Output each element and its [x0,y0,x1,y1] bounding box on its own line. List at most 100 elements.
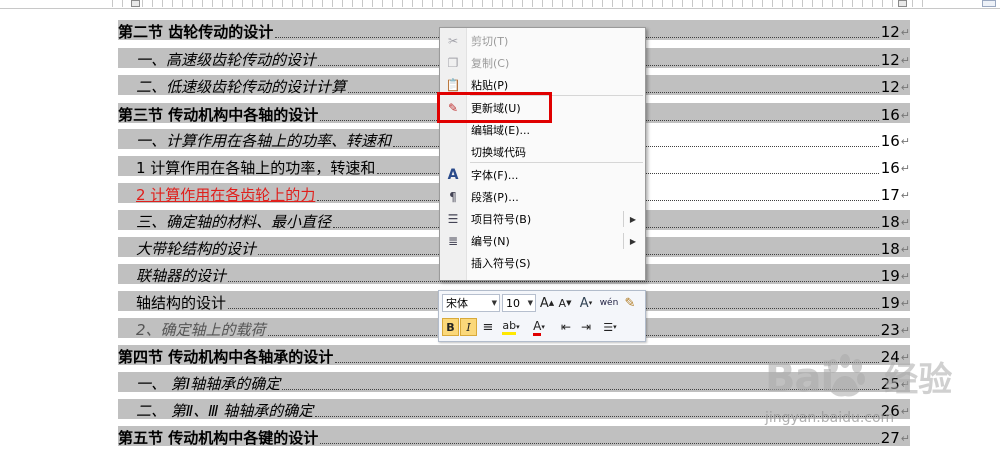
paragraph-mark: ↵ [900,189,910,202]
paragraph-mark: ↵ [900,135,910,148]
paragraph-mark: ↵ [900,297,910,310]
menu-item[interactable]: ¶ 段落(P)... [441,186,644,208]
font-name-value: 宋体 [446,297,468,310]
menu-item-label: 编号(N) [471,235,510,248]
toc-page-number: 16 [880,106,900,124]
format-painter-icon[interactable]: ✎ [621,294,639,312]
bold-button[interactable]: B [442,318,459,336]
decrease-indent-icon[interactable]: ⇤ [557,318,575,336]
toc-entry-text: 一、 第Ⅰ轴轴承的确定 [136,375,281,393]
font-size-value: 10 [506,296,520,310]
submenu-divider [623,211,624,227]
toc-entry-text: 2 计算作用在各齿轮上的力 [136,186,316,204]
italic-button[interactable]: I [460,318,477,336]
toc-page-number: 16 [880,159,900,177]
toc-page-number: 12 [880,23,900,41]
paragraph-icon: ¶ [449,190,457,204]
toc-entry-text: 大带轮结构的设计 [136,240,257,258]
watermark-url: jingyan.baidu.com [765,410,895,426]
highlighter-icon: ab [502,319,517,335]
menu-item-label: 剪切(T) [471,35,509,48]
toc-page-number: 16 [880,132,900,150]
copy-icon: ❐ [447,56,459,70]
paragraph-mark: ↵ [900,243,910,256]
font-size-combo[interactable]: 10 ▼ [502,294,536,312]
toc-entry-text: 一、高速级齿轮传动的设计 [136,51,317,69]
scissors-icon: ✂ [447,34,459,48]
paw-icon [828,354,865,397]
toc-page-number: 19 [880,294,900,312]
toc-entry-text: 第二节 齿轮传动的设计 [118,23,274,41]
chevron-down-icon: ▼ [491,299,497,307]
ruler-scale [112,0,930,7]
paragraph-mark: ↵ [900,162,910,175]
menu-item-label: 插入符号(S) [471,257,531,270]
view-ruler-button[interactable] [982,0,996,7]
menu-item[interactable]: A 字体(F)... [441,164,644,186]
chevron-right-icon: ▶ [629,214,636,224]
toc-line[interactable]: 第五节 传动机构中各键的设计 27 ↵ [118,426,910,448]
toc-entry-text: 第五节 传动机构中各键的设计 [118,429,319,447]
watermark-logo-text: 经验 [884,360,953,400]
toc-entry-text: 第三节 传动机构中各轴的设计 [118,106,319,124]
toc-page-number: 12 [880,78,900,96]
bullets-list-icon[interactable]: ☰ ▾ [599,318,621,336]
submenu-divider [623,233,624,249]
toc-entry-text: 二、 第Ⅱ、Ⅲ 轴轴承的确定 [136,402,314,420]
toc-page-number: 23 [880,321,900,339]
toc-page-number: 27 [880,429,900,447]
paragraph-mark: ↵ [900,54,910,67]
styles-button[interactable]: A ▾ [576,294,596,312]
toc-entry-text: 2、确定轴上的载荷 [136,321,266,339]
paragraph-mark: ↵ [900,81,910,94]
paragraph-mark: ↵ [900,324,910,337]
menu-item[interactable]: ≣ 编号(N) ▶ [441,230,644,252]
menu-item-label: 复制(C) [471,57,510,70]
shrink-font-button[interactable]: A ▼ [557,294,573,312]
menu-item-label: 段落(P)... [471,191,519,204]
toc-page-number: 19 [880,267,900,285]
align-center-icon[interactable]: ≡ [479,318,497,336]
phonetic-guide-icon[interactable]: wén [599,294,619,312]
paragraph-mark: ↵ [900,216,910,229]
paragraph-mark: ↵ [900,432,910,445]
paragraph-mark: ↵ [900,26,910,39]
paragraph-mark: ↵ [900,405,910,418]
baidu-watermark: Bai 经验 jingyan.baidu.com [765,352,953,426]
menu-item[interactable]: 插入符号(S) [441,252,644,274]
toc-entry-text: 联轴器的设计 [136,267,227,285]
toc-entry-text: 轴结构的设计 [136,294,227,312]
ruler-indent-marker[interactable] [131,0,140,7]
toc-entry-text: 第四节 传动机构中各轴承的设计 [118,348,334,366]
toc-entry-text: 一、计算作用在各轴上的功率、转速和 [136,132,392,150]
menu-item-label: 字体(F)... [471,169,519,182]
increase-indent-icon[interactable]: ⇥ [577,318,595,336]
chevron-down-icon: ▼ [527,299,533,307]
toc-page-number: 12 [880,51,900,69]
highlight-color-button[interactable]: ab ▾ [499,318,523,336]
menu-item[interactable]: 切换域代码 [441,141,644,163]
menu-item-label: 项目符号(B) [471,213,532,226]
mini-toolbar[interactable]: 宋体 ▼ 10 ▼ A ▲ A ▼ A ▾ wén ✎ B I ≡ ab ▾ A ▾ ⇤ … [438,290,646,342]
font-name-combo[interactable]: 宋体 ▼ [442,294,500,312]
toc-page-number: 18 [880,240,900,258]
chevron-right-icon: ▶ [629,236,636,246]
menu-item[interactable]: ❐ 复制(C) [441,52,644,74]
font-color-button[interactable]: A ▾ [527,318,551,336]
paragraph-mark: ↵ [900,270,910,283]
menu-item[interactable]: ✂ 剪切(T) [441,30,644,52]
menu-separator [470,162,643,163]
menu-item-label: 编辑域(E)... [471,124,531,137]
menu-item-label: 粘贴(P) [471,79,509,92]
ruler-right-indent-marker[interactable] [898,0,907,7]
toc-entry-text: 1 计算作用在各轴上的功率，转速和 [136,159,376,177]
grow-font-button[interactable]: A ▲ [539,294,555,312]
toc-page-number: 18 [880,213,900,231]
context-menu[interactable]: ✂ 剪切(T) ❐ 复制(C) 📋 粘贴(P) ✎ 更新域(U) 编辑域(E)... 切换域代码 A… [439,27,646,281]
menu-item[interactable]: ☰ 项目符号(B) ▶ [441,208,644,230]
toc-page-number: 17 [880,186,900,204]
menu-item-label: 切换域代码 [471,146,526,159]
bullets-icon: ☰ [447,212,459,226]
toc-leader-dots [320,429,879,444]
font-icon: A [447,167,459,183]
